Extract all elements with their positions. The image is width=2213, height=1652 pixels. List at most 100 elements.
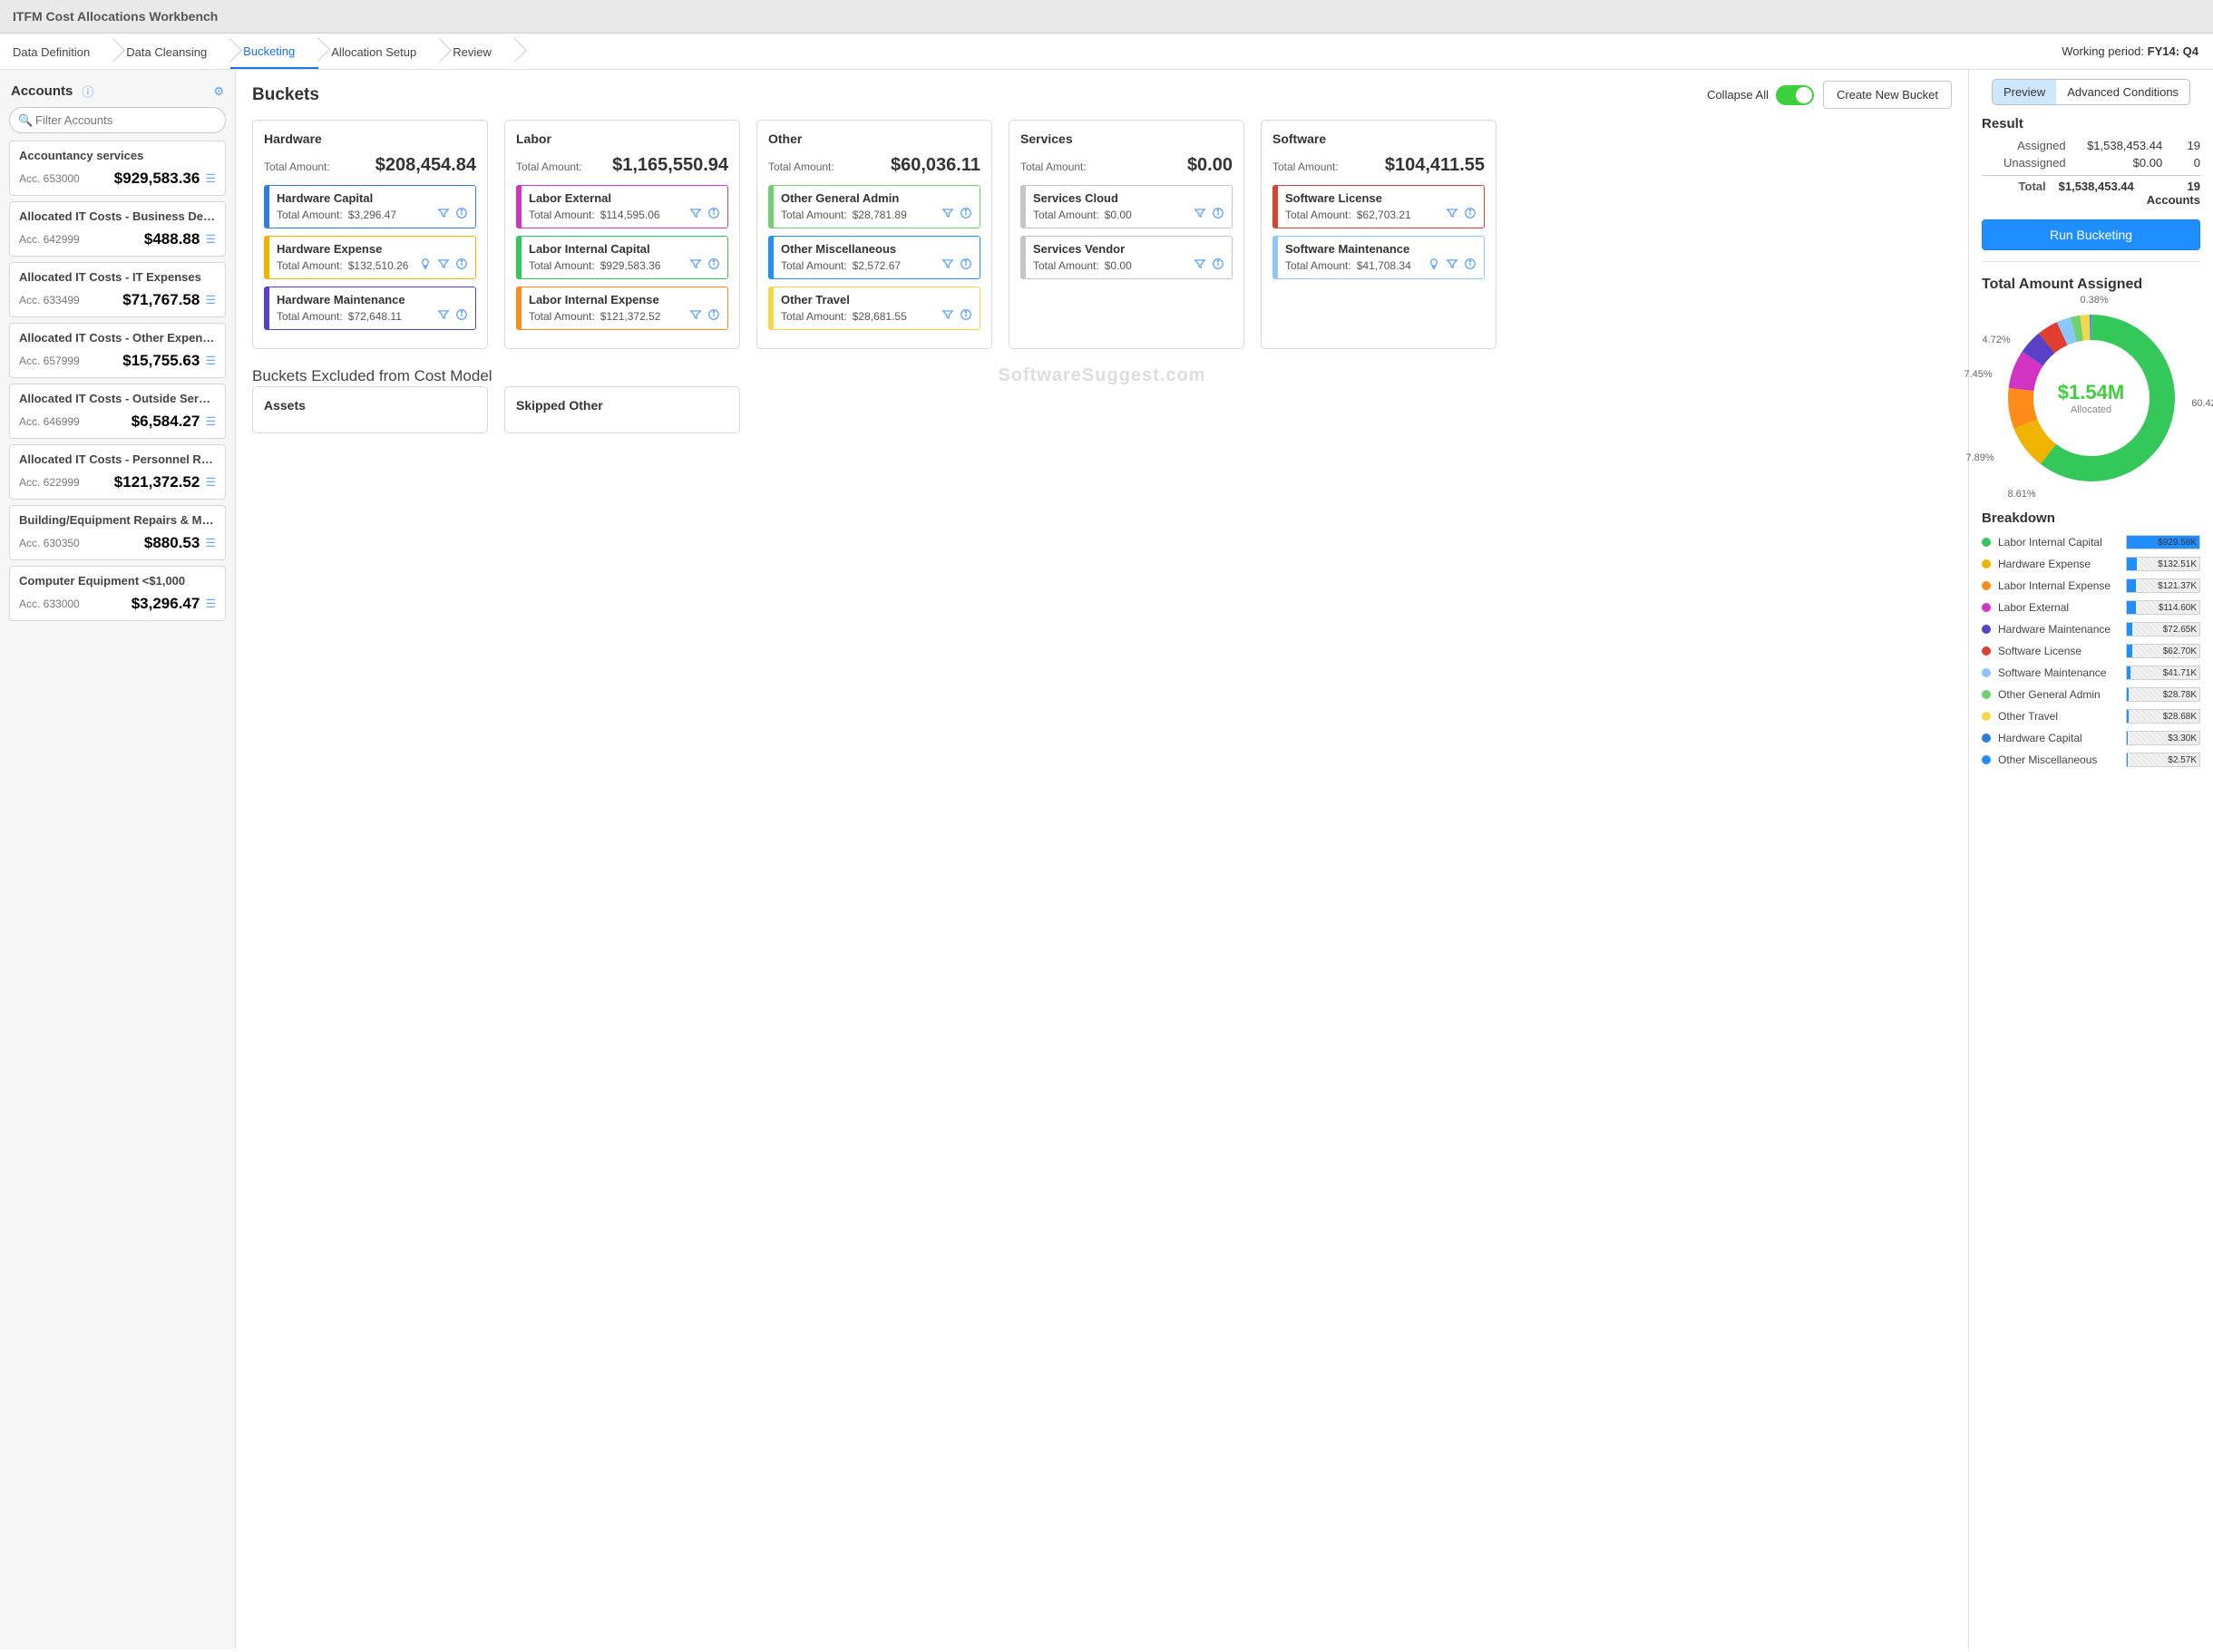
app-title: ITFM Cost Allocations Workbench <box>0 0 2213 34</box>
color-dot <box>1982 755 1991 764</box>
list-icon[interactable]: ☰ <box>205 171 216 186</box>
info-icon[interactable] <box>707 258 720 273</box>
color-dot <box>1982 559 1991 568</box>
account-item[interactable]: Allocated IT Costs - Personnel Relat...A… <box>9 444 226 500</box>
filter-icon[interactable] <box>689 308 702 324</box>
info-icon[interactable] <box>455 207 468 222</box>
bucket-item[interactable]: Hardware ExpenseTotal Amount: $132,510.2… <box>264 236 476 279</box>
breakdown-row: Labor Internal Capital$929.58K <box>1982 531 2200 553</box>
collapse-all-toggle[interactable] <box>1776 85 1814 105</box>
filter-icon[interactable] <box>941 258 954 273</box>
breakdown-name: Other General Admin <box>1998 688 2119 701</box>
bucket-item[interactable]: Other TravelTotal Amount: $28,681.55 <box>768 287 980 330</box>
bucket-item[interactable]: Hardware MaintenanceTotal Amount: $72,64… <box>264 287 476 330</box>
bucket-group-name: Hardware <box>264 131 476 146</box>
info-icon[interactable] <box>707 207 720 222</box>
gear-icon[interactable]: ⚙ <box>213 84 224 99</box>
filter-icon[interactable] <box>689 207 702 222</box>
excluded-bucket-group: Skipped Other <box>504 386 740 433</box>
filter-icon[interactable] <box>941 308 954 324</box>
account-item[interactable]: Allocated IT Costs - Other ExpensesAcc. … <box>9 323 226 378</box>
filter-accounts-input[interactable] <box>9 107 226 133</box>
bucket-item[interactable]: Labor ExternalTotal Amount: $114,595.06 <box>516 185 728 228</box>
wizard-step-review[interactable]: Review <box>440 34 515 68</box>
info-icon[interactable] <box>1464 258 1477 273</box>
info-icon[interactable] <box>960 308 972 324</box>
breakdown-bar: $114.60K <box>2126 600 2200 615</box>
run-bucketing-button[interactable]: Run Bucketing <box>1982 219 2200 250</box>
filter-icon[interactable] <box>1446 207 1458 222</box>
account-item[interactable]: Allocated IT Costs - Business Devel...Ac… <box>9 201 226 257</box>
breakdown-bar: $132.51K <box>2126 557 2200 571</box>
bucket-group: LaborTotal Amount:$1,165,550.94Labor Ext… <box>504 120 740 349</box>
info-icon[interactable] <box>455 308 468 324</box>
color-dot <box>1982 712 1991 721</box>
wizard-step-data-definition[interactable]: Data Definition <box>0 34 113 68</box>
account-code: Acc. 642999 <box>19 233 80 246</box>
tab-advanced-conditions[interactable]: Advanced Conditions <box>2056 80 2189 104</box>
sidebar-title: Accounts <box>11 83 73 99</box>
bucket-item[interactable]: Labor Internal ExpenseTotal Amount: $121… <box>516 287 728 330</box>
wizard-nav: Data DefinitionData CleansingBucketingAl… <box>0 34 2213 70</box>
info-icon[interactable] <box>960 207 972 222</box>
bucket-group-name: Assets <box>264 398 476 413</box>
list-icon[interactable]: ☰ <box>205 475 216 490</box>
account-name: Allocated IT Costs - Outside Service... <box>19 392 216 405</box>
bucket-item[interactable]: Hardware CapitalTotal Amount: $3,296.47 <box>264 185 476 228</box>
bucket-item-amount: $121,372.52 <box>600 310 661 323</box>
bucket-item-name: Other Miscellaneous <box>781 242 972 256</box>
filter-icon[interactable] <box>1194 258 1206 273</box>
account-item[interactable]: Building/Equipment Repairs & Maint...Acc… <box>9 505 226 560</box>
bucket-item[interactable]: Software LicenseTotal Amount: $62,703.21 <box>1272 185 1485 228</box>
account-item[interactable]: Allocated IT Costs - Outside Service...A… <box>9 384 226 439</box>
account-item[interactable]: Computer Equipment <$1,000Acc. 633000$3,… <box>9 566 226 621</box>
bucket-item[interactable]: Other MiscellaneousTotal Amount: $2,572.… <box>768 236 980 279</box>
wizard-step-data-cleansing[interactable]: Data Cleansing <box>113 34 230 68</box>
info-icon[interactable] <box>455 258 468 273</box>
filter-icon[interactable] <box>1446 258 1458 273</box>
bucket-item-amount: $0.00 <box>1105 209 1132 221</box>
bucket-item[interactable]: Other General AdminTotal Amount: $28,781… <box>768 185 980 228</box>
filter-icon[interactable] <box>437 308 450 324</box>
filter-icon[interactable] <box>689 258 702 273</box>
collapse-all-label: Collapse All <box>1707 88 1769 102</box>
bucket-item-amount: $72,648.11 <box>348 310 402 323</box>
filter-icon[interactable] <box>1194 207 1206 222</box>
bucket-item-amount: $132,510.26 <box>348 259 409 272</box>
list-icon[interactable]: ☰ <box>205 414 216 429</box>
filter-icon[interactable] <box>437 258 450 273</box>
create-bucket-button[interactable]: Create New Bucket <box>1823 81 1952 109</box>
account-item[interactable]: Accountancy servicesAcc. 653000$929,583.… <box>9 141 226 196</box>
info-icon[interactable] <box>1464 207 1477 222</box>
filter-icon[interactable] <box>437 207 450 222</box>
info-icon[interactable] <box>1212 258 1224 273</box>
tab-preview[interactable]: Preview <box>1993 80 2056 104</box>
bucket-item[interactable]: Services VendorTotal Amount: $0.00 <box>1020 236 1233 279</box>
bucket-item[interactable]: Services CloudTotal Amount: $0.00 <box>1020 185 1233 228</box>
bucket-group-total: $1,165,550.94 <box>612 155 728 176</box>
list-icon[interactable]: ☰ <box>205 232 216 247</box>
wizard-step-bucketing[interactable]: Bucketing <box>230 34 318 69</box>
list-icon[interactable]: ☰ <box>205 293 216 307</box>
info-icon[interactable] <box>707 308 720 324</box>
list-icon[interactable]: ☰ <box>205 536 216 550</box>
bulb-icon[interactable] <box>1428 258 1440 273</box>
help-icon[interactable]: ⓘ <box>82 83 93 100</box>
bucket-item[interactable]: Software MaintenanceTotal Amount: $41,70… <box>1272 236 1485 279</box>
breakdown-bar: $72.65K <box>2126 622 2200 637</box>
bucket-group: SoftwareTotal Amount:$104,411.55Software… <box>1261 120 1496 349</box>
bucket-item[interactable]: Labor Internal CapitalTotal Amount: $929… <box>516 236 728 279</box>
breakdown-name: Software License <box>1998 645 2119 657</box>
bulb-icon[interactable] <box>419 258 432 273</box>
breakdown-value: $72.65K <box>2163 625 2197 635</box>
list-icon[interactable]: ☰ <box>205 597 216 611</box>
info-icon[interactable] <box>960 258 972 273</box>
info-icon[interactable] <box>1212 207 1224 222</box>
filter-icon[interactable] <box>941 207 954 222</box>
wizard-step-allocation-setup[interactable]: Allocation Setup <box>318 34 440 68</box>
donut-center-value: $1.54M <box>2058 381 2124 404</box>
list-icon[interactable]: ☰ <box>205 354 216 368</box>
breakdown-value: $28.68K <box>2163 712 2197 722</box>
account-item[interactable]: Allocated IT Costs - IT ExpensesAcc. 633… <box>9 262 226 317</box>
account-amount: $880.53 <box>144 534 200 552</box>
